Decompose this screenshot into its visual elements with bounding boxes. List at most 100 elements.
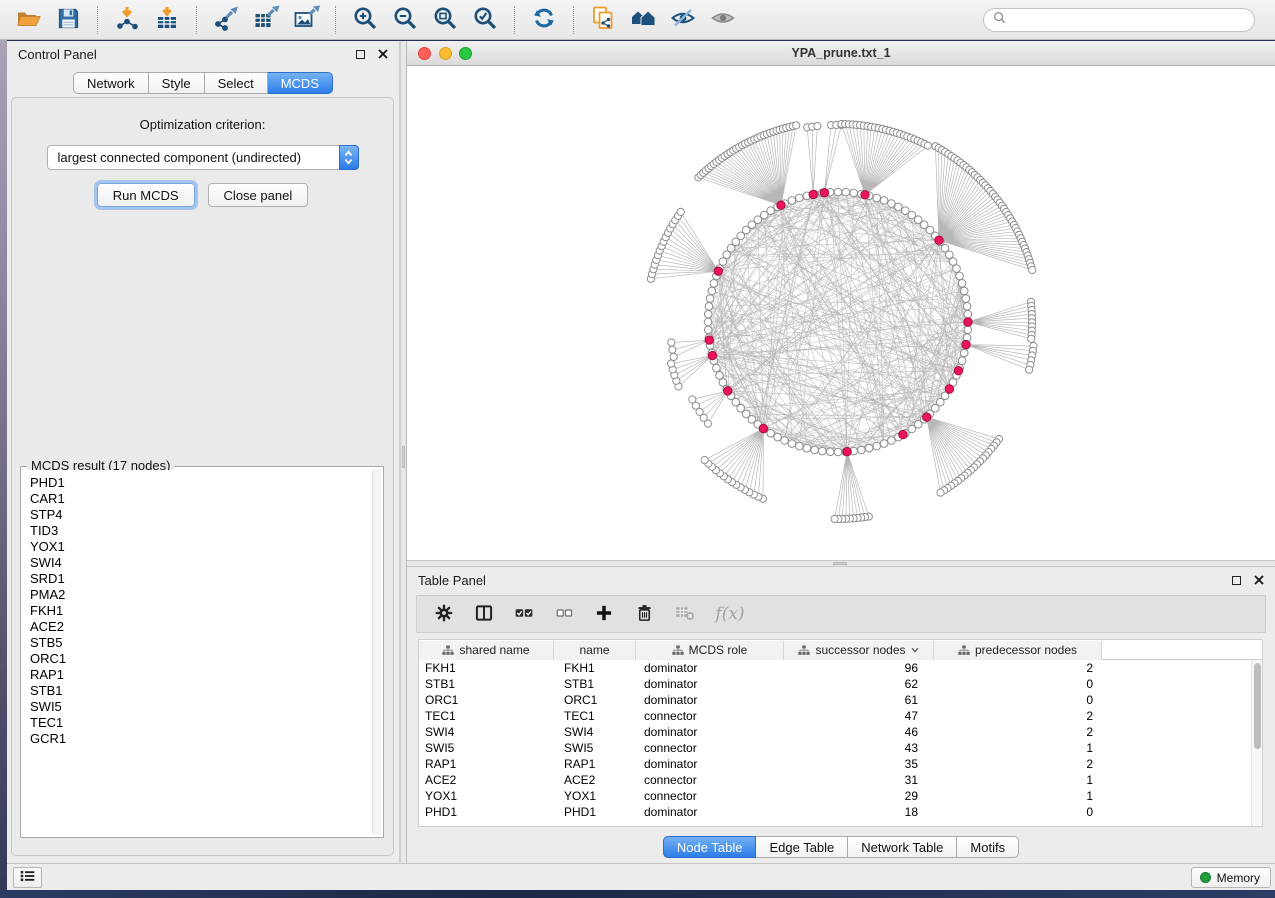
mcds-result-item[interactable]: CAR1 bbox=[30, 491, 370, 507]
column-header-predecessor-nodes[interactable]: predecessor nodes bbox=[934, 641, 1102, 660]
refresh-layout-button[interactable] bbox=[527, 4, 561, 36]
mcds-result-item[interactable]: SWI5 bbox=[30, 699, 370, 715]
mcds-result-item[interactable]: FKH1 bbox=[30, 603, 370, 619]
zoom-out-button[interactable] bbox=[388, 4, 422, 36]
cell: 0 bbox=[934, 804, 1102, 820]
import-network-button[interactable] bbox=[110, 4, 144, 36]
mcds-result-item[interactable]: TID3 bbox=[30, 523, 370, 539]
table-row[interactable]: ORC1ORC1dominator610 bbox=[419, 692, 1262, 708]
first-neighbors-button[interactable] bbox=[626, 4, 660, 36]
refresh-icon bbox=[531, 5, 557, 34]
search-input[interactable] bbox=[1012, 12, 1254, 28]
tab-network-table[interactable]: Network Table bbox=[848, 836, 957, 858]
import-table-button[interactable] bbox=[150, 4, 184, 36]
table-row[interactable]: STB1STB1dominator620 bbox=[419, 676, 1262, 692]
vertical-splitter[interactable] bbox=[400, 41, 407, 863]
column-header-shared-name[interactable]: shared name bbox=[419, 641, 554, 660]
table-row[interactable]: TEC1TEC1connector472 bbox=[419, 708, 1262, 724]
table-row[interactable]: SWI5SWI5connector431 bbox=[419, 740, 1262, 756]
cell: ACE2 bbox=[419, 772, 554, 788]
close-panel-button[interactable]: Close panel bbox=[208, 183, 309, 207]
zoom-in-button[interactable] bbox=[348, 4, 382, 36]
mcds-result-item[interactable]: ACE2 bbox=[30, 619, 370, 635]
mcds-result-item[interactable]: GCR1 bbox=[30, 731, 370, 747]
horizontal-splitter[interactable] bbox=[407, 560, 1275, 567]
tab-mcds[interactable]: MCDS bbox=[268, 72, 333, 94]
tab-select[interactable]: Select bbox=[205, 72, 268, 94]
table-body: FKH1FKH1dominator962STB1STB1dominator620… bbox=[419, 660, 1262, 820]
cell: connector bbox=[636, 708, 784, 724]
close-panel-icon[interactable] bbox=[1254, 575, 1264, 585]
mcds-result-item[interactable]: ORC1 bbox=[30, 651, 370, 667]
column-header-successor-nodes[interactable]: successor nodes bbox=[784, 641, 934, 660]
cell: ORC1 bbox=[419, 692, 554, 708]
export-image-button[interactable] bbox=[289, 4, 323, 36]
splitter-grip[interactable] bbox=[833, 562, 847, 565]
window-zoom-button[interactable] bbox=[459, 47, 472, 60]
search-box[interactable] bbox=[983, 8, 1255, 32]
mcds-result-item[interactable]: STB1 bbox=[30, 683, 370, 699]
network-canvas[interactable] bbox=[407, 66, 1275, 560]
table-row[interactable]: YOX1YOX1connector291 bbox=[419, 788, 1262, 804]
mcds-result-item[interactable]: PHD1 bbox=[30, 475, 370, 491]
export-network-button[interactable] bbox=[209, 4, 243, 36]
tab-network[interactable]: Network bbox=[73, 72, 149, 94]
table-row[interactable]: ACE2ACE2connector311 bbox=[419, 772, 1262, 788]
criterion-dropdown[interactable]: largest connected component (undirected) bbox=[47, 145, 359, 170]
table-row[interactable]: RAP1RAP1dominator352 bbox=[419, 756, 1262, 772]
window-minimize-button[interactable] bbox=[439, 47, 452, 60]
mcds-result-item[interactable]: STB5 bbox=[30, 635, 370, 651]
mcds-result-item[interactable]: SWI4 bbox=[30, 555, 370, 571]
mcds-result-list[interactable]: PHD1CAR1STP4TID3YOX1SWI4SRD1PMA2FKH1ACE2… bbox=[22, 470, 370, 836]
run-mcds-button[interactable]: Run MCDS bbox=[97, 183, 195, 207]
table-row[interactable]: SWI4SWI4dominator462 bbox=[419, 724, 1262, 740]
float-panel-icon[interactable] bbox=[1232, 576, 1241, 585]
cell: 0 bbox=[934, 692, 1102, 708]
table-scrollbar[interactable] bbox=[1251, 660, 1262, 826]
control-panel-title: Control Panel bbox=[18, 47, 356, 62]
mcds-result-item[interactable]: PMA2 bbox=[30, 587, 370, 603]
column-header-mcds-role[interactable]: MCDS role bbox=[636, 641, 784, 660]
trash-icon bbox=[635, 603, 654, 626]
zoom-selected-button[interactable] bbox=[468, 4, 502, 36]
select-all-checkboxes-button[interactable] bbox=[513, 602, 535, 626]
splitter-grip[interactable] bbox=[402, 446, 405, 468]
scrollbar-thumb[interactable] bbox=[1254, 663, 1261, 749]
search-icon bbox=[993, 11, 1006, 29]
export-table-icon bbox=[253, 5, 280, 34]
delete-row-button[interactable] bbox=[633, 602, 655, 626]
mcds-result-item[interactable]: STP4 bbox=[30, 507, 370, 523]
tab-edge-table[interactable]: Edge Table bbox=[756, 836, 848, 858]
mcds-result-item[interactable]: TEC1 bbox=[30, 715, 370, 731]
zoom-selected-icon bbox=[472, 5, 498, 34]
split-columns-button[interactable] bbox=[473, 602, 495, 626]
cell: FKH1 bbox=[419, 660, 554, 676]
save-session-button[interactable] bbox=[51, 4, 85, 36]
table-row[interactable]: PHD1PHD1dominator180 bbox=[419, 804, 1262, 820]
list-icon bbox=[19, 869, 36, 886]
mcds-result-item[interactable]: YOX1 bbox=[30, 539, 370, 555]
column-header-name[interactable]: name bbox=[554, 641, 636, 660]
close-panel-icon[interactable] bbox=[378, 49, 388, 59]
tab-node-table[interactable]: Node Table bbox=[663, 836, 757, 858]
result-list-scrollbar[interactable] bbox=[372, 469, 381, 835]
tab-motifs[interactable]: Motifs bbox=[957, 836, 1019, 858]
cell: ORC1 bbox=[554, 692, 636, 708]
export-table-button[interactable] bbox=[249, 4, 283, 36]
show-all-button[interactable] bbox=[706, 4, 740, 36]
tab-style[interactable]: Style bbox=[149, 72, 205, 94]
mcds-result-item[interactable]: RAP1 bbox=[30, 667, 370, 683]
task-history-button[interactable] bbox=[13, 867, 42, 888]
float-panel-icon[interactable] bbox=[356, 50, 365, 59]
open-file-button[interactable] bbox=[11, 4, 45, 36]
mcds-result-item[interactable]: SRD1 bbox=[30, 571, 370, 587]
duplicate-network-button[interactable] bbox=[586, 4, 620, 36]
memory-button[interactable]: Memory bbox=[1191, 867, 1271, 888]
window-close-button[interactable] bbox=[418, 47, 431, 60]
add-row-button[interactable] bbox=[593, 602, 615, 626]
clear-checkboxes-button[interactable] bbox=[553, 602, 575, 626]
zoom-fit-button[interactable] bbox=[428, 4, 462, 36]
table-row[interactable]: FKH1FKH1dominator962 bbox=[419, 660, 1262, 676]
table-settings-button[interactable] bbox=[433, 602, 455, 626]
hide-selected-button[interactable] bbox=[666, 4, 700, 36]
